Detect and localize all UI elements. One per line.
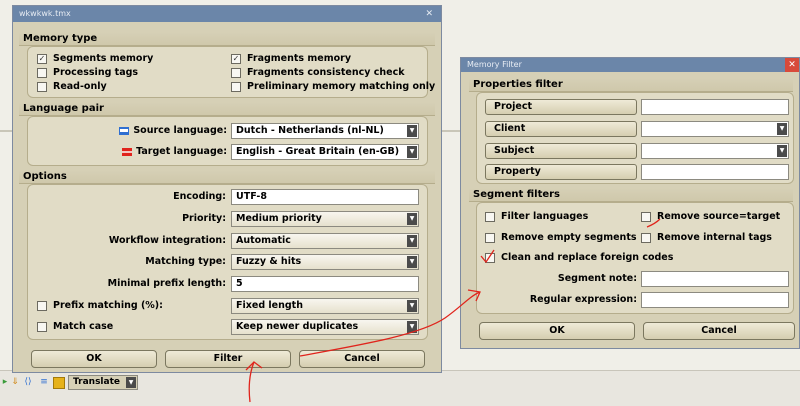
encoding-field[interactable]: UTF-8 xyxy=(231,189,419,205)
remove-empty-segments-checkbox[interactable]: Remove empty segments xyxy=(485,232,637,243)
matching-type-label: Matching type: xyxy=(145,256,226,267)
ok-button[interactable]: OK xyxy=(31,350,157,368)
preliminary-matching-checkbox[interactable]: Preliminary memory matching only xyxy=(231,81,435,92)
workflow-integration-label: Workflow integration: xyxy=(108,235,226,246)
checkbox-icon xyxy=(641,211,651,222)
chevron-down-icon: ▼ xyxy=(126,377,136,388)
chevron-down-icon: ▼ xyxy=(407,235,417,247)
dialog-title: wkwkwk.tmx xyxy=(19,9,71,18)
checkbox-icon xyxy=(485,232,495,243)
section-header-memory-type: Memory type xyxy=(19,32,435,46)
section-header-options: Options xyxy=(19,170,435,184)
chevron-down-icon: ▼ xyxy=(407,256,417,268)
dialog-titlebar: wkwkwk.tmx ✕ xyxy=(13,6,441,22)
filter-cancel-button[interactable]: Cancel xyxy=(643,322,795,340)
target-language-label: Target language: xyxy=(113,146,227,157)
checkbox-icon xyxy=(485,252,495,263)
checkbox-icon xyxy=(37,300,47,311)
chevron-down-icon: ▼ xyxy=(407,300,417,312)
fragments-memory-checkbox[interactable]: ✓ Fragments memory xyxy=(231,53,351,64)
checkbox-checked-icon: ✓ xyxy=(231,53,241,64)
subject-property-button[interactable]: Subject xyxy=(485,143,637,159)
section-header-properties-filter: Properties filter xyxy=(469,78,793,92)
priority-select[interactable]: Medium priority ▼ xyxy=(231,211,419,227)
filter-ok-button[interactable]: OK xyxy=(479,322,635,340)
encoding-label: Encoding: xyxy=(173,191,226,202)
prefix-matching-select[interactable]: Fixed length ▼ xyxy=(231,298,419,314)
priority-label: Priority: xyxy=(182,213,226,224)
tm-properties-dialog: wkwkwk.tmx ✕ Memory type ✓ Segments memo… xyxy=(12,5,442,373)
background-line xyxy=(0,130,12,132)
chevron-down-icon: ▼ xyxy=(407,125,417,137)
property-field[interactable] xyxy=(641,164,789,180)
property-button[interactable]: Property xyxy=(485,164,637,180)
clean-foreign-codes-checkbox[interactable]: Clean and replace foreign codes xyxy=(485,252,673,263)
minimal-prefix-field[interactable]: 5 xyxy=(231,276,419,292)
client-property-button[interactable]: Client xyxy=(485,121,637,137)
prefix-matching-checkbox[interactable]: Prefix matching (%): xyxy=(37,300,163,311)
chevron-down-icon: ▼ xyxy=(407,321,417,333)
segment-note-field[interactable] xyxy=(641,271,789,287)
source-flag-icon xyxy=(119,126,130,135)
chevron-down-icon: ▼ xyxy=(407,213,417,225)
cancel-button[interactable]: Cancel xyxy=(299,350,425,368)
checkbox-icon xyxy=(37,81,47,92)
checkbox-icon xyxy=(37,321,47,332)
chevron-down-icon: ▼ xyxy=(777,123,787,135)
checkbox-icon xyxy=(485,211,495,222)
minimal-prefix-label: Minimal prefix length: xyxy=(107,278,226,289)
source-language-label: Source language: xyxy=(113,125,227,136)
filter-button[interactable]: Filter xyxy=(165,350,291,368)
subject-select[interactable]: ▼ xyxy=(641,143,789,159)
filter-languages-checkbox[interactable]: Filter languages xyxy=(485,211,588,222)
checkbox-checked-icon: ✓ xyxy=(37,53,47,64)
section-header-segment-filters: Segment filters xyxy=(469,188,793,202)
chevron-down-icon: ▼ xyxy=(777,145,787,157)
regular-expression-label: Regular expression: xyxy=(529,294,637,305)
workflow-integration-select[interactable]: Automatic ▼ xyxy=(231,233,419,249)
memory-filter-dialog: Memory Filter ✕ Properties filter Projec… xyxy=(460,57,800,349)
match-case-checkbox[interactable]: Match case xyxy=(37,321,113,332)
section-header-language-pair: Language pair xyxy=(19,102,435,116)
tag-icon[interactable]: ⟨⟩ xyxy=(23,377,33,387)
filter-dialog-title: Memory Filter xyxy=(467,60,522,69)
source-language-select[interactable]: Dutch - Netherlands (nl-NL) ▼ xyxy=(231,123,419,139)
regular-expression-field[interactable] xyxy=(641,292,789,308)
mode-select[interactable]: Translate ▼ xyxy=(68,375,138,390)
read-only-checkbox[interactable]: Read-only xyxy=(37,81,107,92)
checkbox-icon xyxy=(231,67,241,78)
duplicates-select[interactable]: Keep newer duplicates ▼ xyxy=(231,319,419,335)
list-icon[interactable]: ≡ xyxy=(39,377,49,387)
target-flag-icon xyxy=(122,147,133,156)
segments-memory-checkbox[interactable]: ✓ Segments memory xyxy=(37,53,153,64)
checkbox-icon xyxy=(231,81,241,92)
checkbox-icon xyxy=(641,232,651,243)
matching-type-select[interactable]: Fuzzy & hits ▼ xyxy=(231,254,419,270)
close-icon[interactable]: ✕ xyxy=(425,6,433,22)
segment-note-label: Segment note: xyxy=(557,273,637,284)
download-icon[interactable]: ⇓ xyxy=(10,377,20,387)
close-icon[interactable]: ✕ xyxy=(785,58,799,72)
project-property-button[interactable]: Project xyxy=(485,99,637,115)
processing-tags-checkbox[interactable]: Processing tags xyxy=(37,67,138,78)
remove-internal-tags-checkbox[interactable]: Remove internal tags xyxy=(641,232,772,243)
folder-icon[interactable] xyxy=(53,377,65,389)
filter-dialog-titlebar: Memory Filter ✕ xyxy=(461,58,799,72)
target-language-select[interactable]: English - Great Britain (en-GB) ▼ xyxy=(231,144,419,160)
fragments-consistency-checkbox[interactable]: Fragments consistency check xyxy=(231,67,405,78)
project-field[interactable] xyxy=(641,99,789,115)
play-icon[interactable]: ▸ xyxy=(0,377,10,387)
remove-source-target-checkbox[interactable]: Remove source=target xyxy=(641,211,780,222)
checkbox-icon xyxy=(37,67,47,78)
client-select[interactable]: ▼ xyxy=(641,121,789,137)
chevron-down-icon: ▼ xyxy=(407,146,417,158)
